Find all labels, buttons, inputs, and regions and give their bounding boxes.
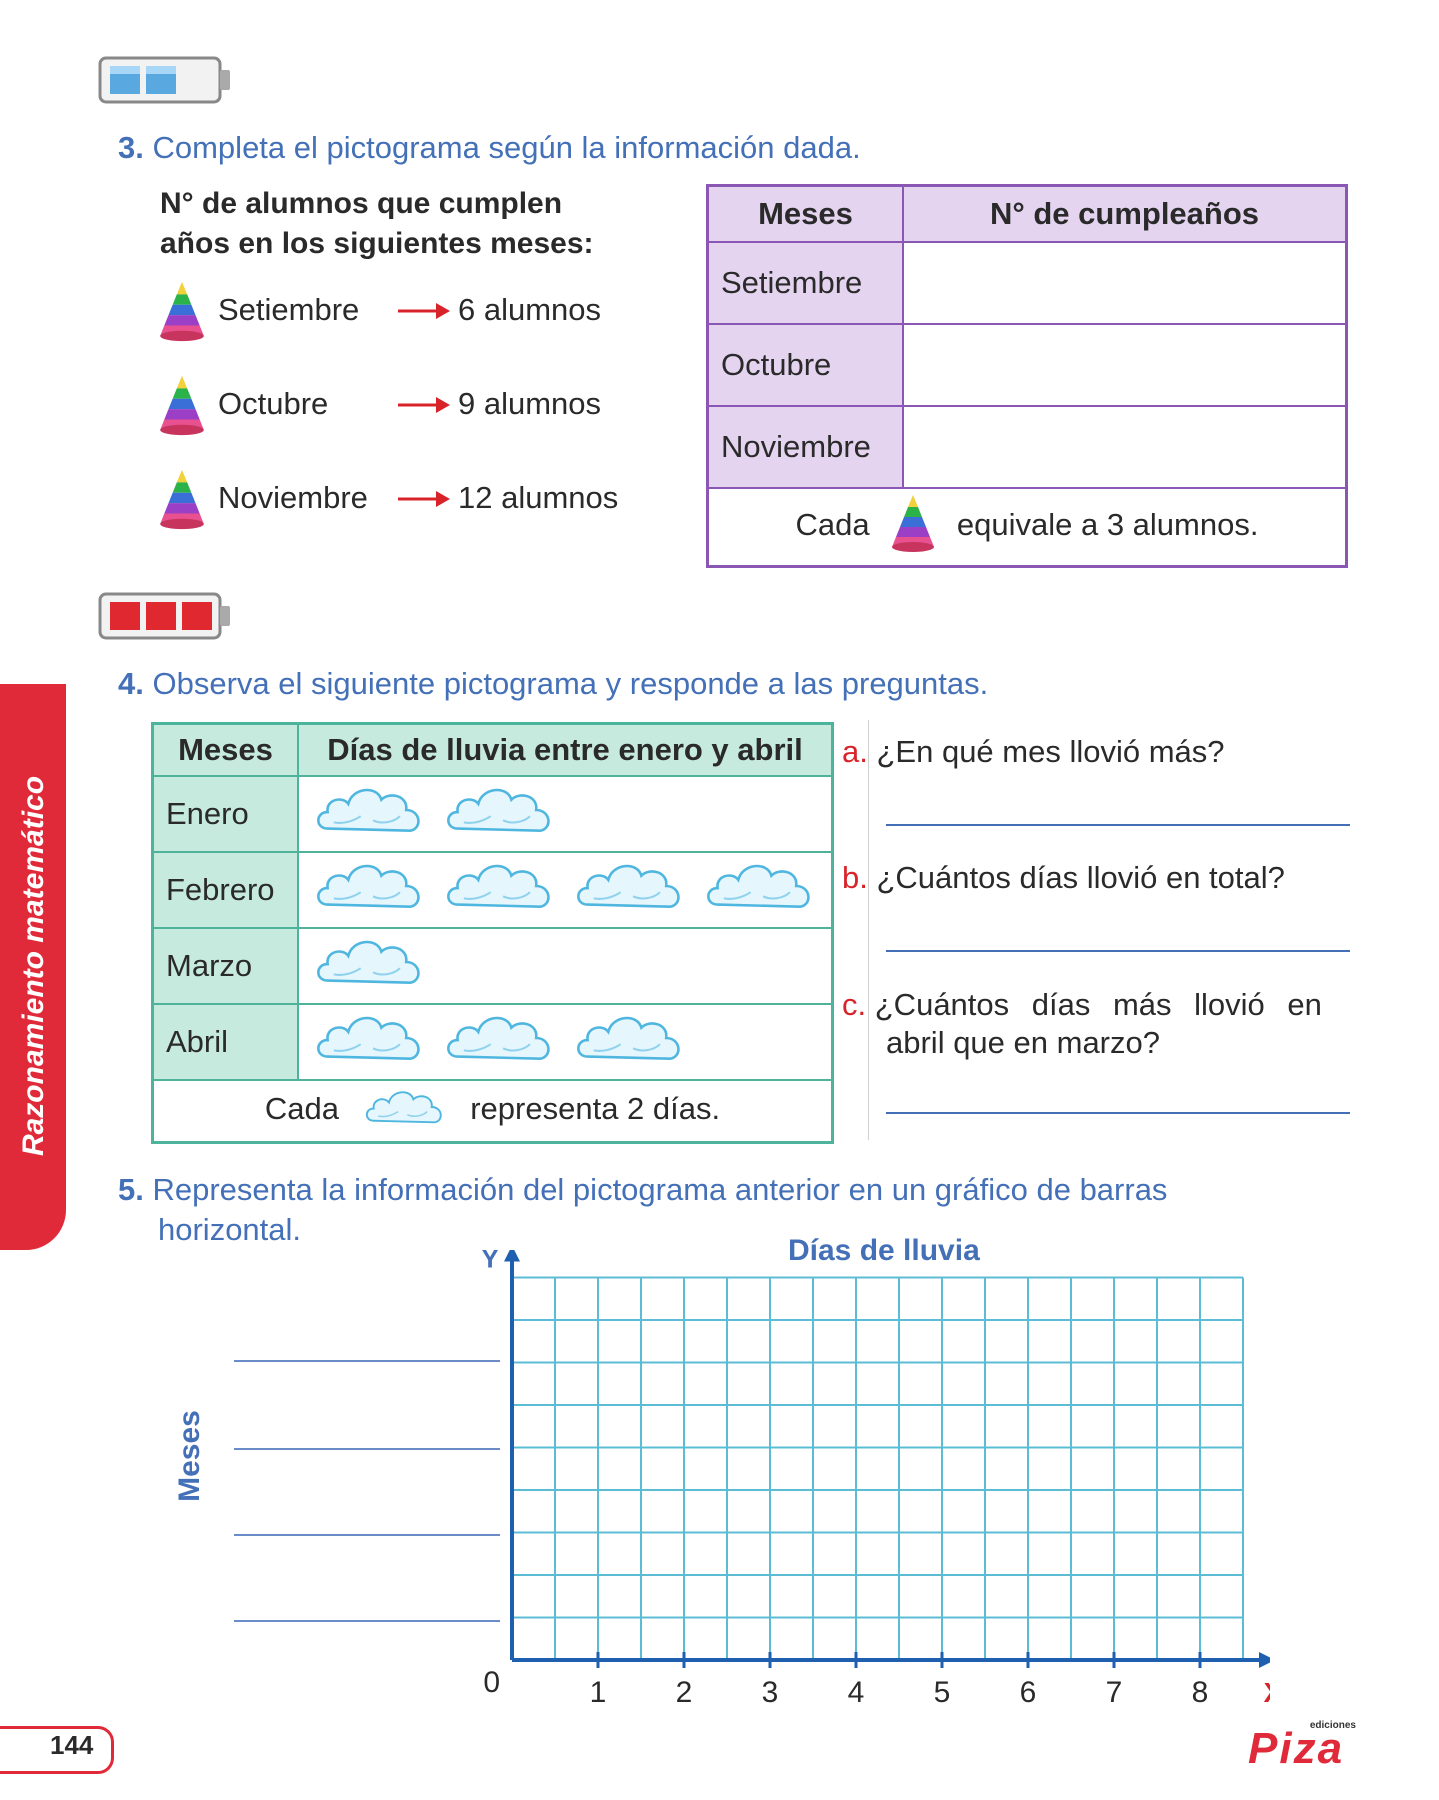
month-label-line[interactable] (234, 1534, 500, 1536)
publisher-logo: ediciones Piza (1248, 1720, 1356, 1773)
cloud-icon (313, 855, 427, 925)
bar-chart-grid[interactable]: 1 2 3 4 5 6 7 8 0 X Y (470, 1250, 1270, 1710)
x-tick-label: 4 (848, 1676, 865, 1709)
cloud-icon (313, 931, 427, 1001)
question-text: ¿Cuántos días llovió en total? (876, 860, 1285, 895)
cloud-cell (297, 1003, 834, 1081)
party-hat-icon (156, 466, 208, 537)
answer-line[interactable] (886, 950, 1350, 952)
side-tab-label: Razonamiento matemático (17, 775, 50, 1157)
y-axis-label: Meses (173, 1410, 206, 1502)
x-tick-label: 1 (590, 1676, 607, 1709)
answer-line[interactable] (886, 1112, 1350, 1114)
key-suffix: equivale a 3 alumnos. (956, 507, 1259, 543)
answer-cell[interactable] (902, 241, 1348, 325)
header-months: Meses (151, 722, 299, 777)
origin-label: 0 (483, 1666, 500, 1699)
arrow-icon (398, 300, 450, 327)
question-letter: b. (842, 860, 868, 895)
subtitle-line: años en los siguientes meses: (160, 227, 594, 260)
cloud-cell (297, 851, 834, 929)
battery-level-2-icon (98, 56, 230, 104)
birthday-item: Setiembre 6 alumnos (156, 278, 676, 348)
item-month: Octubre (218, 386, 329, 421)
cloud-icon (443, 779, 557, 849)
header-months: Meses (706, 184, 904, 243)
row-month: Abril (151, 1003, 299, 1081)
divider (868, 720, 869, 1140)
month-label-line[interactable] (234, 1448, 500, 1450)
question-letter: a. (842, 734, 868, 769)
x-tick-label: 8 (1192, 1676, 1209, 1709)
item-month: Noviembre (218, 480, 368, 515)
arrow-icon (398, 488, 450, 515)
cloud-icon (703, 855, 817, 925)
item-value: 12 alumnos (458, 480, 619, 515)
x-tick-label: 3 (762, 1676, 779, 1709)
key-suffix: representa 2 días. (470, 1091, 721, 1127)
question-text: ¿En qué mes llovió más? (876, 734, 1225, 769)
item-value: 6 alumnos (458, 292, 602, 327)
pictogram-key: Cada representa 2 días. (151, 1079, 834, 1144)
party-hat-icon (156, 278, 208, 349)
row-month: Enero (151, 775, 299, 853)
x-axis-arrow-icon (1259, 1652, 1270, 1668)
rain-pictogram-table: Meses Días de lluvia entre enero y abril… (151, 722, 834, 1144)
row-month: Noviembre (706, 405, 904, 489)
x-tick-label: 6 (1020, 1676, 1037, 1709)
x-axis-letter: X (1264, 1677, 1270, 1708)
x-tick-label: 5 (934, 1676, 951, 1709)
cloud-icon (443, 855, 557, 925)
subtitle-line: N° de alumnos que cumplen (160, 187, 563, 220)
battery-level-3-icon (98, 592, 230, 640)
row-month: Marzo (151, 927, 299, 1005)
question-instruction: Completa el pictograma según la informac… (152, 130, 861, 165)
item-value: 9 alumnos (458, 386, 602, 421)
arrow-icon (398, 394, 450, 421)
answer-line[interactable] (886, 824, 1350, 826)
question-number: 4. (118, 666, 144, 701)
cloud-icon (360, 1084, 450, 1138)
question-text: abril que en marzo? (886, 1025, 1160, 1060)
row-month: Octubre (706, 323, 904, 407)
question-instruction-cont: horizontal. (158, 1212, 302, 1247)
cloud-icon (313, 1007, 427, 1077)
question-instruction: Representa la información del pictograma… (152, 1172, 1168, 1207)
cloud-icon (443, 1007, 557, 1077)
month-label-line[interactable] (234, 1620, 500, 1622)
question-number: 5. (118, 1172, 144, 1207)
key-prefix: Cada (264, 1091, 339, 1127)
y-axis-letter: Y (481, 1250, 498, 1274)
header-rain-days: Días de lluvia entre enero y abril (297, 722, 834, 777)
cloud-cell (297, 927, 834, 1005)
page-number: 144 (50, 1730, 94, 1760)
birthday-item: Noviembre 12 alumnos (156, 466, 676, 536)
x-tick-label: 2 (676, 1676, 693, 1709)
cloud-icon (573, 1007, 687, 1077)
y-axis-arrow-icon (504, 1250, 520, 1262)
row-month: Febrero (151, 851, 299, 929)
party-hat-icon (878, 491, 948, 563)
party-hat-icon (156, 372, 208, 443)
publisher-logo-name: Piza (1248, 1724, 1345, 1773)
answer-cell[interactable] (902, 323, 1348, 407)
question-number: 3. (118, 130, 144, 165)
question-instruction: Observa el siguiente pictograma y respon… (152, 666, 989, 701)
pictogram-key: Cada equivale a 3 alumnos. (706, 487, 1348, 568)
item-month: Setiembre (218, 292, 360, 327)
question-text: ¿Cuántos días más llovió en (874, 987, 1322, 1022)
x-tick-label: 7 (1106, 1676, 1123, 1709)
key-prefix: Cada (795, 507, 870, 543)
answer-cell[interactable] (902, 405, 1348, 489)
cloud-cell (297, 775, 834, 853)
row-month: Setiembre (706, 241, 904, 325)
question-letter: c. (842, 987, 867, 1022)
header-birthdays: N° de cumpleaños (902, 184, 1348, 243)
birthday-item: Octubre 9 alumnos (156, 372, 676, 442)
cloud-icon (573, 855, 687, 925)
cloud-icon (313, 779, 427, 849)
birthday-pictogram-table: Meses N° de cumpleaños Setiembre Octubre… (706, 184, 1348, 568)
month-label-line[interactable] (234, 1360, 500, 1362)
